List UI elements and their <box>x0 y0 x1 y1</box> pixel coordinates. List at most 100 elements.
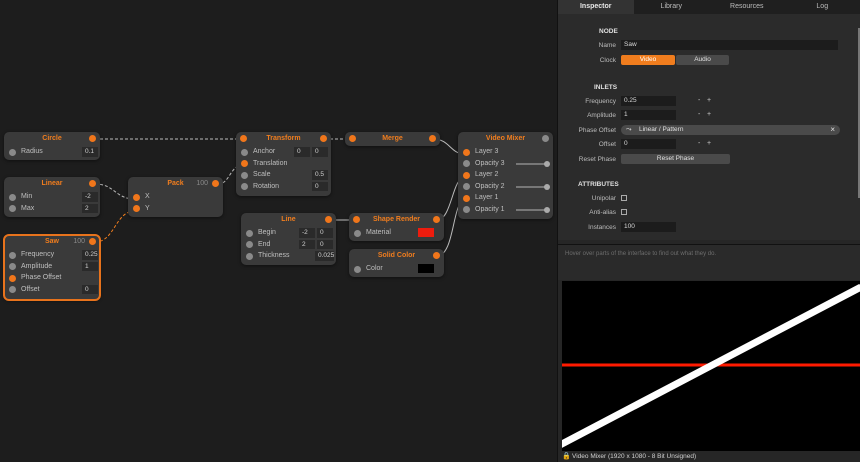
circle-node[interactable]: Circle Radius 0.1 <box>4 132 100 160</box>
linear-output-port[interactable] <box>89 180 96 187</box>
clock-video-button[interactable]: Video <box>621 55 675 65</box>
unipolar-checkbox[interactable] <box>621 195 627 201</box>
merge-output-port[interactable] <box>429 135 436 142</box>
radius-port[interactable] <box>9 148 16 156</box>
shape-render-output-port[interactable] <box>433 216 440 223</box>
end-y-field[interactable]: 0 <box>317 239 333 249</box>
amplitude-increment[interactable]: + <box>707 111 711 118</box>
saw-output-port[interactable] <box>89 238 96 245</box>
transform-input-port[interactable] <box>240 135 247 142</box>
frequency-field[interactable]: 0.25 <box>82 250 98 260</box>
pack-output-port[interactable] <box>212 180 219 187</box>
line-node[interactable]: Line Begin -2 0 End 2 0 Thickness 0.025 <box>241 213 336 265</box>
rotation-field[interactable]: 0 <box>312 181 328 191</box>
frequency-increment[interactable]: + <box>707 97 711 104</box>
line-output-port[interactable] <box>325 216 332 223</box>
rotation-port[interactable] <box>241 183 248 190</box>
frequency-port[interactable] <box>9 251 16 259</box>
solid-color-output-port[interactable] <box>433 252 440 259</box>
opacity3-slider[interactable] <box>516 160 550 167</box>
solid-color-node-header[interactable]: Solid Color <box>349 249 444 263</box>
transform-node[interactable]: Transform Anchor 0 0 Translation Scale 0… <box>236 132 331 196</box>
lock-icon[interactable]: 🔒 <box>562 451 571 462</box>
phase-offset-connection[interactable]: ⤳ Linear / Pattern × <box>621 125 840 135</box>
x-port[interactable] <box>133 193 140 201</box>
offset-increment[interactable]: + <box>707 140 711 147</box>
pack-node-header[interactable]: Pack 100 <box>128 177 223 191</box>
amplitude-inlet-input[interactable]: 1 <box>621 110 676 120</box>
amplitude-decrement[interactable]: - <box>698 111 700 118</box>
frequency-decrement[interactable]: - <box>698 97 700 104</box>
radius-field[interactable]: 0.1 <box>82 147 98 157</box>
linear-node[interactable]: Linear Min -2 Max 2 <box>4 177 100 217</box>
solid-color-node[interactable]: Solid Color Color <box>349 249 444 277</box>
transform-node-header[interactable]: Transform <box>236 132 331 146</box>
layer3-port[interactable] <box>463 148 470 156</box>
circle-output-port[interactable] <box>89 135 96 142</box>
y-port[interactable] <box>133 205 140 212</box>
min-field[interactable]: -2 <box>82 192 98 202</box>
saw-node[interactable]: Saw 100 Frequency 0.25 Amplitude 1 Phase… <box>3 234 101 301</box>
circle-node-header[interactable]: Circle <box>4 132 100 146</box>
clock-audio-button[interactable]: Audio <box>676 55 729 65</box>
translation-port[interactable] <box>241 160 248 167</box>
transform-output-port[interactable] <box>320 135 327 142</box>
color-port[interactable] <box>354 265 361 273</box>
begin-x-field[interactable]: -2 <box>299 228 315 238</box>
thickness-port[interactable] <box>246 252 253 260</box>
material-port[interactable] <box>354 229 361 237</box>
close-icon[interactable]: × <box>830 125 835 135</box>
shape-render-node-header[interactable]: Shape Render <box>349 213 444 227</box>
thickness-field[interactable]: 0.025 <box>315 251 334 261</box>
reset-phase-button[interactable]: Reset Phase <box>621 154 730 164</box>
saw-node-header[interactable]: Saw 100 <box>4 235 100 249</box>
begin-y-field[interactable]: 0 <box>317 228 333 238</box>
opacity2-port[interactable] <box>463 183 470 190</box>
anchor-y-field[interactable]: 0 <box>312 147 328 157</box>
opacity3-port[interactable] <box>463 160 470 167</box>
shape-render-node[interactable]: Shape Render Material <box>349 213 444 241</box>
name-input[interactable]: Saw <box>621 40 838 50</box>
merge-node-header[interactable]: Merge <box>345 132 440 146</box>
end-port[interactable] <box>246 241 253 248</box>
pack-node[interactable]: Pack 100 X Y <box>128 177 223 217</box>
offset-decrement[interactable]: - <box>698 140 700 147</box>
end-x-field[interactable]: 2 <box>299 239 315 249</box>
offset-inlet-input[interactable]: 0 <box>621 139 676 149</box>
opacity1-port[interactable] <box>463 206 470 213</box>
min-port[interactable] <box>9 193 16 201</box>
antialias-checkbox[interactable] <box>621 209 627 215</box>
instances-input[interactable]: 100 <box>621 222 676 232</box>
phase-offset-port[interactable] <box>9 274 16 282</box>
opacity2-slider[interactable] <box>516 183 550 190</box>
solid-color-swatch[interactable] <box>418 264 434 273</box>
video-mixer-node[interactable]: Video Mixer Layer 3 Opacity 3 Layer 2 Op… <box>458 132 553 219</box>
offset-port[interactable] <box>9 286 16 293</box>
line-node-header[interactable]: Line <box>241 213 336 227</box>
tab-inspector[interactable]: Inspector <box>558 0 634 14</box>
anchor-port[interactable] <box>241 148 248 156</box>
tab-library[interactable]: Library <box>634 0 710 14</box>
shape-render-input-port[interactable] <box>353 216 360 223</box>
max-port[interactable] <box>9 205 16 212</box>
tab-log[interactable]: Log <box>785 0 860 14</box>
node-canvas[interactable]: Circle Radius 0.1 Linear Min -2 Max 2 Sa… <box>0 0 557 462</box>
begin-port[interactable] <box>246 229 253 237</box>
amplitude-port[interactable] <box>9 263 16 270</box>
opacity1-slider[interactable] <box>516 206 550 213</box>
max-field[interactable]: 2 <box>82 203 98 213</box>
frequency-inlet-input[interactable]: 0.25 <box>621 96 676 106</box>
merge-node[interactable]: Merge <box>345 132 440 146</box>
layer1-port[interactable] <box>463 194 470 202</box>
scale-field[interactable]: 0.5 <box>312 170 328 180</box>
material-color-swatch[interactable] <box>418 228 434 237</box>
tab-resources[interactable]: Resources <box>709 0 785 14</box>
anchor-x-field[interactable]: 0 <box>294 147 310 157</box>
amplitude-field[interactable]: 1 <box>82 261 98 271</box>
linear-node-header[interactable]: Linear <box>4 177 100 191</box>
offset-field[interactable]: 0 <box>82 284 98 294</box>
video-mixer-node-header[interactable]: Video Mixer <box>458 132 553 146</box>
scale-port[interactable] <box>241 171 248 179</box>
video-mixer-output-port[interactable] <box>542 135 549 142</box>
merge-input-port[interactable] <box>349 135 356 142</box>
